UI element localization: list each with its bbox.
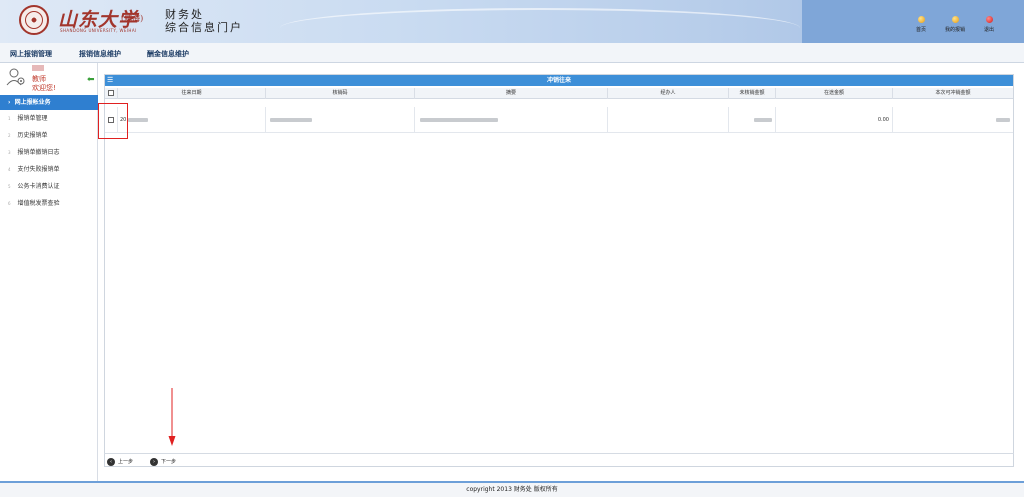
chevron-right-icon: › [8,99,15,106]
col-unverified: 未核销金额 [728,88,775,99]
sidebar-item-revoke-log[interactable]: 3 报销单撤销日志 [0,145,98,161]
user-settings-icon [6,68,25,86]
prev-arrow-icon: ‹ [107,458,115,466]
tab-online-reimburse[interactable]: 网上报销管理 [10,49,52,59]
prev-label: 上一步 [118,459,134,465]
item-number: 6 [8,201,11,206]
sidebar-item-pay-failed[interactable]: 4 支付失败报销单 [0,162,98,178]
copyright-text: copyright 2013 财务处 版权所有 [466,486,558,493]
next-label: 下一步 [161,459,177,465]
select-all-cell [105,88,117,99]
redacted-value [996,117,1010,122]
item-number: 1 [8,116,11,121]
pager: ‹ 上一步 › 下一步 [104,453,1014,468]
col-code: 核销码 [265,88,414,99]
redacted-value [754,117,772,122]
sidebar-item-online-business[interactable]: › 网上报帐业务 [0,95,98,110]
user-name-redacted [32,65,44,71]
next-step-button[interactable]: › 下一步 [150,457,176,467]
tab-reimburse-info[interactable]: 报销信息维护 [79,49,121,59]
sidebar-item-reimburse-manage[interactable]: 1 报销单管理 [0,111,98,127]
sidebar-item-label: 报销单管理 [17,115,48,122]
university-english-name: SHANDONG UNIVERSITY, WEIHAI [60,28,137,33]
col-writeoff-amount: 本次可冲销金额 [892,88,1013,99]
collapse-arrow-icon[interactable]: ⬅ [87,75,95,85]
sidebar-item-invoice-check[interactable]: 6 增值税发票查验 [0,196,98,212]
col-date: 往来日期 [117,88,265,99]
sidebar-item-label: 历史报销单 [17,132,48,139]
sidebar-item-label: 公务卡消费认证 [17,183,60,190]
checkbox-highlight-box [98,103,128,139]
top-nav: 网上报销管理 报销信息维护 酬金信息维护 [0,43,1024,63]
cell-date: 20 [117,107,265,133]
col-handler: 经办人 [607,88,728,99]
item-number: 4 [8,167,11,172]
cell-code [265,107,414,133]
sidebar-item-label: 增值税发票查验 [17,200,60,207]
university-campus-text: (威海) [121,14,144,23]
page-header: 山东大学 (威海) SHANDONG UNIVERSITY, WEIHAI 财务… [0,0,1024,43]
logout-button[interactable]: 退出 [972,16,1006,33]
user-box: 教师 欢迎您! ⬅ [0,63,98,92]
list-icon: ☰ [107,76,114,84]
item-number: 5 [8,184,11,189]
prev-step-button[interactable]: ‹ 上一步 [107,457,133,467]
sidebar-item-history[interactable]: 2 历史报销单 [0,128,98,144]
tab-remuneration-info[interactable]: 酬金信息维护 [147,49,189,59]
my-reimburse-button[interactable]: 我的报销 [938,16,972,33]
sidebar-item-label: 报销单撤销日志 [17,149,60,156]
panel-title: 冲销往来 [546,77,571,84]
my-reimburse-label: 我的报销 [944,27,965,33]
welcome-text: 欢迎您! [32,84,56,92]
cell-summary [414,107,607,133]
my-reimburse-dot-icon [951,16,959,23]
footer: copyright 2013 财务处 版权所有 [0,481,1024,497]
university-seal-icon [19,5,49,35]
table-header: 往来日期 核销码 摘要 经办人 未核销金额 在途金额 本次可冲销金额 [105,88,1013,99]
redacted-value [270,117,312,122]
sidebar-item-label: 支付失败报销单 [17,166,60,173]
select-all-checkbox[interactable] [108,90,114,96]
cell-unverified [728,107,775,133]
red-arrow-annotation [168,388,176,446]
next-arrow-icon: › [150,458,158,466]
sidebar-item-card-auth[interactable]: 5 公务卡消费认证 [0,179,98,195]
cell-handler [607,107,728,133]
cell-in-transit: 0.00 [775,107,892,133]
redacted-value [128,117,149,122]
logout-dot-icon [985,16,993,23]
panel-header: ☰ 冲销往来 [105,75,1013,86]
sidebar-active-label: 网上报帐业务 [14,99,51,106]
header-decoration [280,8,800,43]
home-label: 首页 [915,27,926,33]
writeoff-panel: ☰ 冲销往来 往来日期 核销码 摘要 经办人 未核销金额 在途金额 本次可冲销金… [104,74,1014,467]
table-row[interactable]: 20 0.00 [105,107,1013,133]
logout-label: 退出 [983,27,994,33]
item-number: 3 [8,150,11,155]
cell-writeoff [892,107,1013,133]
item-number: 2 [8,133,11,138]
portal-title-name: 综合信息门户 [165,21,243,34]
home-button[interactable]: 首页 [904,16,938,33]
home-dot-icon [917,16,925,23]
col-summary: 摘要 [414,88,607,99]
col-in-transit: 在途金额 [775,88,892,99]
redacted-value [420,117,498,122]
sidebar: 教师 欢迎您! ⬅ › 网上报帐业务 1 报销单管理 2 历史报销单 3 报销单撤销日… [0,63,98,481]
